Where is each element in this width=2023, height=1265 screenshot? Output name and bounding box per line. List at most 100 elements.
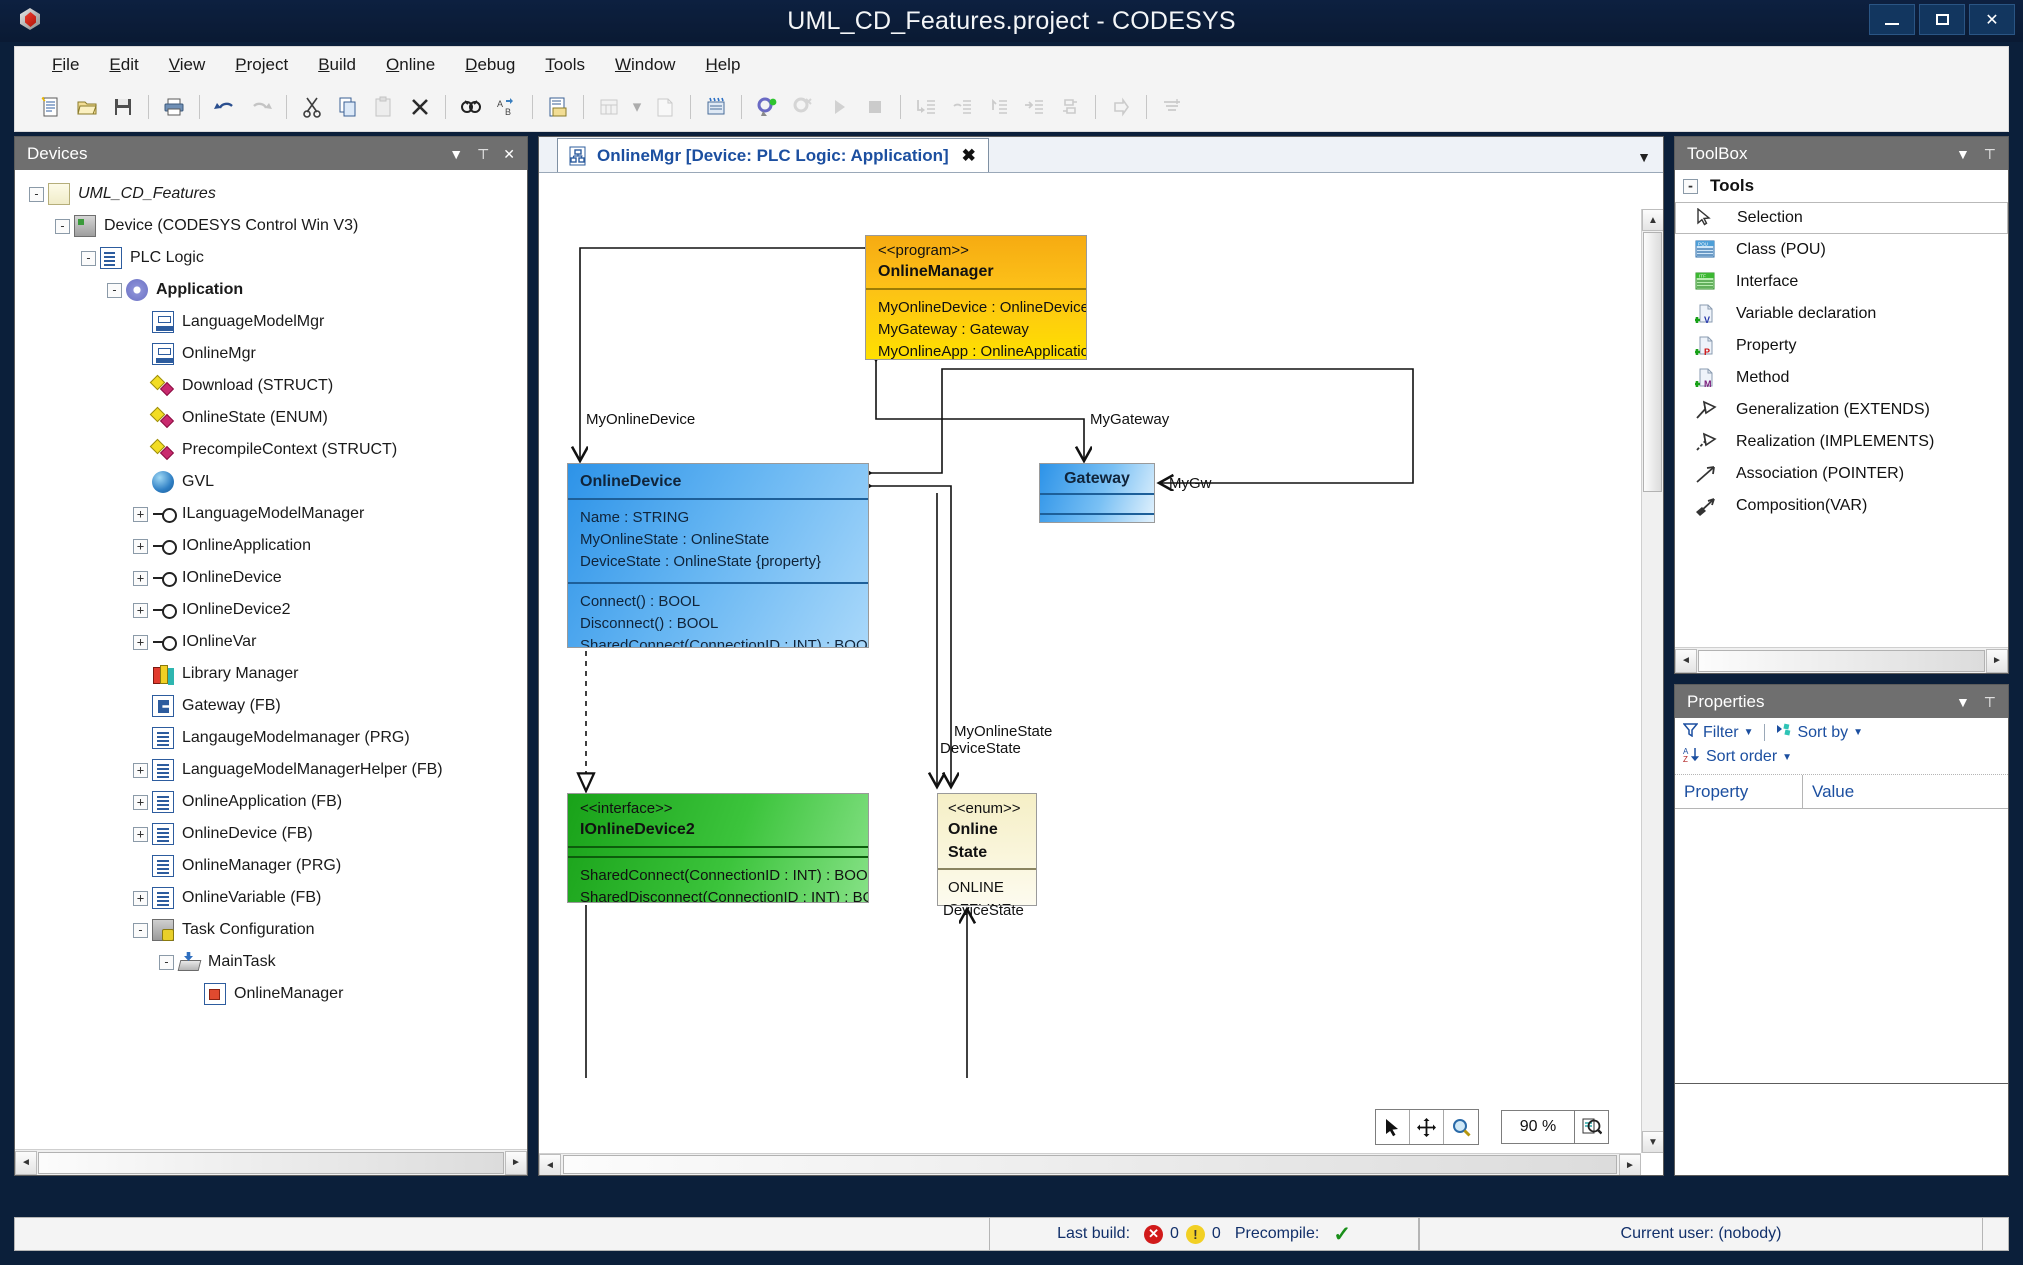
- pin-icon[interactable]: ⊤: [477, 147, 489, 161]
- tree-item-onlinedevice-fb[interactable]: + OnlineDevice (FB): [15, 818, 527, 850]
- tree-item-langaugemodelmanager-prg[interactable]: LangaugeModelmanager (PRG): [15, 722, 527, 754]
- print-icon[interactable]: [159, 92, 189, 122]
- redo-icon[interactable]: [246, 92, 276, 122]
- run-to-cursor-icon[interactable]: [1019, 92, 1049, 122]
- watch-icon[interactable]: [1157, 92, 1187, 122]
- column-header-value[interactable]: Value: [1803, 782, 1854, 802]
- tab-close-icon[interactable]: ✖: [962, 146, 976, 166]
- menu-debug[interactable]: Debug: [450, 51, 530, 79]
- tree-item-plc-logic[interactable]: - PLC Logic: [15, 242, 527, 274]
- undo-icon[interactable]: [210, 92, 240, 122]
- next-statement-icon[interactable]: [1106, 92, 1136, 122]
- editor-vscrollbar[interactable]: ▲ ▼: [1641, 209, 1663, 1153]
- chevron-down-icon[interactable]: ▼: [1744, 727, 1754, 738]
- tree-item-application[interactable]: - Application: [15, 274, 527, 306]
- tree-item-device-codesys-control-win-v3[interactable]: - Device (CODESYS Control Win V3): [15, 210, 527, 242]
- logout-icon[interactable]: [788, 92, 818, 122]
- tree-item-ionlinedevice2[interactable]: + IOnlineDevice2: [15, 594, 527, 626]
- tree-item-languagemodelmgr[interactable]: LanguageModelMgr: [15, 306, 527, 338]
- toolbox-tool-list[interactable]: Selection POU Class (POU) ITF Interface V Vari…: [1675, 202, 2008, 522]
- filter-button[interactable]: Filter ▼: [1682, 723, 1754, 742]
- chevron-down-icon[interactable]: ▼: [449, 147, 463, 161]
- tree-expander[interactable]: +: [133, 794, 148, 810]
- chevron-down-icon[interactable]: ▼: [1956, 147, 1970, 161]
- tree-item-onlinestate-enum[interactable]: OnlineState (ENUM): [15, 402, 527, 434]
- tree-expander[interactable]: -: [133, 922, 148, 938]
- menu-project[interactable]: Project: [220, 51, 303, 79]
- zoom-percent-value[interactable]: 90 %: [1501, 1110, 1575, 1144]
- tree-item-onlinemanager[interactable]: OnlineManager: [15, 978, 527, 1010]
- reset-icon[interactable]: [1055, 92, 1085, 122]
- close-button[interactable]: ✕: [1969, 4, 2015, 35]
- maximize-button[interactable]: [1919, 4, 1965, 35]
- tree-item-ilanguagemodelmanager[interactable]: + ILanguageModelManager: [15, 498, 527, 530]
- scroll-up-button[interactable]: ▲: [1642, 209, 1663, 231]
- project-info-icon[interactable]: [543, 92, 573, 122]
- editor-hscrollbar[interactable]: ◄ ►: [539, 1153, 1641, 1175]
- uml-class-onlinedevice[interactable]: OnlineDevice Name : STRING MyOnlineState…: [567, 463, 869, 648]
- tree-expander[interactable]: +: [133, 634, 148, 650]
- scroll-left-button[interactable]: ◄: [1675, 648, 1697, 673]
- chevron-down-icon[interactable]: ▼: [1956, 695, 1970, 709]
- tab-onlinemgr[interactable]: OnlineMgr [Device: PLC Logic: Applicatio…: [557, 138, 989, 172]
- tree-item-onlinemanager-prg[interactable]: OnlineManager (PRG): [15, 850, 527, 882]
- tool-generalization-extends[interactable]: Generalization (EXTENDS): [1675, 394, 2008, 426]
- find-icon[interactable]: [456, 92, 486, 122]
- scroll-right-button[interactable]: ►: [505, 1150, 527, 1175]
- menu-tools[interactable]: Tools: [530, 51, 600, 79]
- editor-vscroll-thumb[interactable]: [1643, 232, 1662, 492]
- devices-scroll-thumb[interactable]: [38, 1151, 504, 1174]
- menu-online[interactable]: Online: [371, 51, 450, 79]
- tree-item-onlinemgr[interactable]: OnlineMgr: [15, 338, 527, 370]
- magnifier-tool-icon[interactable]: [1444, 1110, 1478, 1144]
- editor-hscroll-thumb[interactable]: [563, 1155, 1617, 1174]
- pointer-tool-icon[interactable]: [1376, 1110, 1410, 1144]
- chevron-down-icon[interactable]: ▾: [630, 92, 644, 122]
- tree-item-ionlinedevice[interactable]: + IOnlineDevice: [15, 562, 527, 594]
- tree-item-gateway-fb[interactable]: Gateway (FB): [15, 690, 527, 722]
- tree-item-download-struct[interactable]: Download (STRUCT): [15, 370, 527, 402]
- tool-class-pou[interactable]: POU Class (POU): [1675, 234, 2008, 266]
- run-icon[interactable]: [824, 92, 854, 122]
- close-icon[interactable]: ✕: [503, 147, 515, 161]
- toolbox-scroll-thumb[interactable]: [1698, 649, 1985, 672]
- menu-window[interactable]: Window: [600, 51, 690, 79]
- tree-expander[interactable]: +: [133, 826, 148, 842]
- tool-variable-declaration[interactable]: V Variable declaration: [1675, 298, 2008, 330]
- tree-expander[interactable]: +: [133, 538, 148, 554]
- pan-tool-icon[interactable]: [1410, 1110, 1444, 1144]
- menu-build[interactable]: Build: [303, 51, 371, 79]
- cut-icon[interactable]: [297, 92, 327, 122]
- device-grid-icon[interactable]: [594, 92, 624, 122]
- toolbox-hscrollbar[interactable]: ◄ ►: [1675, 647, 2008, 673]
- tree-item-gvl[interactable]: GVL: [15, 466, 527, 498]
- tree-item-ionlinevar[interactable]: + IOnlineVar: [15, 626, 527, 658]
- tree-expander[interactable]: -: [159, 954, 174, 970]
- diagram-canvas[interactable]: <<program>> OnlineManager MyOnlineDevice…: [539, 173, 1629, 1133]
- menu-edit[interactable]: Edit: [94, 51, 153, 79]
- tree-expander[interactable]: +: [133, 570, 148, 586]
- device-tree[interactable]: - UML_CD_Features - Device (CODESYS Control…: [15, 170, 527, 1149]
- tool-selection[interactable]: Selection: [1675, 202, 2008, 234]
- properties-table-body[interactable]: [1675, 809, 2008, 1083]
- tree-expander[interactable]: -: [107, 282, 122, 298]
- chevron-down-icon[interactable]: ▼: [1782, 752, 1792, 763]
- tree-item-ionlineapplication[interactable]: + IOnlineApplication: [15, 530, 527, 562]
- scroll-right-button[interactable]: ►: [1986, 648, 2008, 673]
- diagram-canvas-wrapper[interactable]: <<program>> OnlineManager MyOnlineDevice…: [539, 173, 1663, 1175]
- paste-icon[interactable]: [369, 92, 399, 122]
- uml-enum-onlinestate[interactable]: <<enum>> Online State ONLINE OFFLINE: [937, 793, 1037, 906]
- tree-expander[interactable]: -: [29, 186, 44, 202]
- scroll-left-button[interactable]: ◄: [15, 1150, 37, 1175]
- replace-icon[interactable]: AB: [492, 92, 522, 122]
- step-over-icon[interactable]: [947, 92, 977, 122]
- chevron-down-icon[interactable]: ▼: [1853, 727, 1863, 738]
- step-out-icon[interactable]: [983, 92, 1013, 122]
- scroll-down-button[interactable]: ▼: [1642, 1131, 1663, 1153]
- tool-method[interactable]: M Method: [1675, 362, 2008, 394]
- uml-class-gateway[interactable]: Gateway: [1039, 463, 1155, 523]
- tab-list-chevron-down-icon[interactable]: ▼: [1637, 149, 1651, 165]
- tree-item-precompilecontext-struct[interactable]: PrecompileContext (STRUCT): [15, 434, 527, 466]
- resize-grip-icon[interactable]: [1983, 1217, 2009, 1251]
- login-icon[interactable]: [752, 92, 782, 122]
